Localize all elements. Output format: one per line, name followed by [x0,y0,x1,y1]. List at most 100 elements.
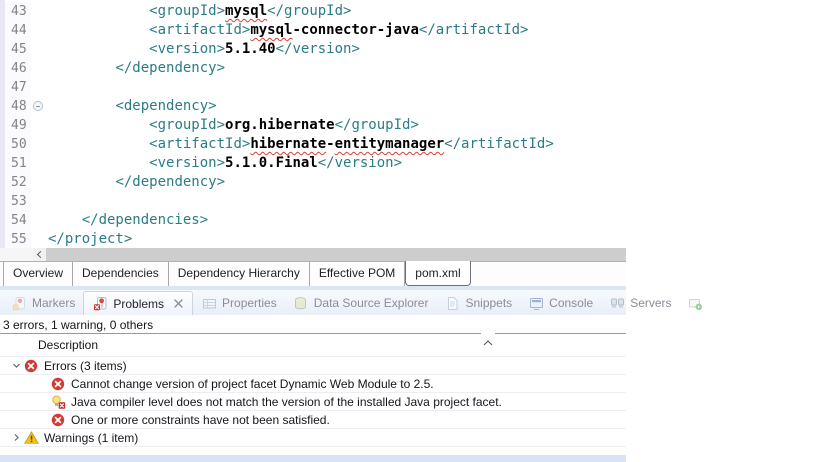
view-tab-markers[interactable]: Markers [3,291,83,315]
code-text: </dependencies> [81,212,209,228]
view-tab-console[interactable]: Console [520,291,601,315]
code-line[interactable]: 55 </project> [5,230,626,248]
code-line[interactable]: 44 <artifactId>mysql-connector-java</art… [5,21,626,40]
view-tab-label: Snippets [465,296,513,310]
code-line[interactable]: 52 </dependency> [5,173,626,192]
line-number: 45 [5,40,31,59]
quickfix-error-icon [51,395,66,409]
problem-row[interactable]: Java compiler level does not match the v… [0,393,626,411]
code-line[interactable]: 43 <groupId>mysql</groupId> [5,2,626,21]
problem-text: Errors (3 items) [44,358,127,373]
line-number: 49 [5,116,31,135]
view-icon [688,295,704,311]
code-line[interactable]: 46 </dependency> [5,59,626,78]
chevron-up-icon [481,333,495,351]
code-text: </project> [48,231,133,247]
code-text: <artifactId>mysql-connector-java</artifa… [149,22,529,38]
close-tab-button[interactable] [173,298,184,309]
folding-ruler [31,135,46,154]
editor-tab-dependency-hierarchy[interactable]: Dependency Hierarchy [169,262,310,286]
view-tab-label: Servers [630,296,672,310]
code-line[interactable]: 50 <artifactId>hibernate-entitymanager</… [5,135,626,154]
line-number: 53 [5,192,31,211]
view-tab-data-source-explorer[interactable]: Data Source Explorer [285,291,437,315]
view-tab-properties[interactable]: Properties [193,291,285,315]
warning-icon [24,431,39,444]
code-text: <artifactId>hibernate-entitymanager</art… [149,136,554,152]
problem-row[interactable]: Warnings (1 item) [0,429,626,447]
folding-ruler [31,97,46,116]
code-text: <groupId>mysql</groupId> [149,3,352,19]
code-line[interactable]: 51 <version>5.1.0.Final</version> [5,154,626,173]
problem-text: Java compiler level does not match the v… [71,394,502,409]
line-number: 48 [5,97,31,116]
chevron-left-icon [36,250,45,259]
folding-ruler [31,21,46,40]
problem-row[interactable]: One or more constraints have not been sa… [0,411,626,429]
properties-icon [201,295,217,311]
horizontal-scrollbar[interactable] [0,248,626,261]
code-line[interactable]: 48 <dependency> [5,97,626,116]
folding-ruler [31,59,46,78]
line-number: 50 [5,135,31,154]
panel-splitter[interactable] [0,333,626,351]
folding-ruler [31,211,46,230]
editor-tab-overview[interactable]: Overview [3,262,74,286]
scrollbar-thumb[interactable] [46,248,626,261]
view-tab-label: Markers [32,296,76,310]
markers-icon [11,295,27,311]
code-text: <version>5.1.0.Final</version> [149,155,403,171]
line-number: 52 [5,173,31,192]
scroll-left-button[interactable] [33,248,46,261]
line-number: 43 [5,2,31,21]
line-number: 46 [5,59,31,78]
editor-tab-effective-pom[interactable]: Effective POM [310,262,406,286]
code-line[interactable]: 47 [5,78,626,97]
annotation-ruler [0,0,5,248]
folding-ruler [31,116,46,135]
view-tab-overflow[interactable] [680,291,712,315]
code-line[interactable]: 54 </dependencies> [5,211,626,230]
code-text: <groupId>org.hibernate</groupId> [149,117,419,133]
folding-ruler [31,173,46,192]
editor-tab-dependencies[interactable]: Dependencies [73,262,169,286]
view-tab-label: Problems [113,296,165,311]
problem-text: Warnings (1 item) [44,430,139,445]
error-icon [24,359,39,373]
window-bottom-edge [0,455,626,462]
chevron-right-icon[interactable] [8,432,24,443]
folding-ruler [31,192,46,211]
chevron-down-icon[interactable] [8,360,24,371]
line-number: 54 [5,211,31,230]
problem-row[interactable]: Cannot change version of project facet D… [0,375,626,393]
view-tab-snippets[interactable]: Snippets [436,291,520,315]
code-line[interactable]: 49 <groupId>org.hibernate</groupId> [5,116,626,135]
data-source-icon [293,295,309,311]
description-column-header[interactable]: Description [0,334,626,357]
code-line[interactable]: 53 [5,192,626,211]
problem-row[interactable]: Errors (3 items) [0,357,626,375]
fold-collapse-icon[interactable] [33,101,43,111]
problems-table: Errors (3 items) Cannot change version of… [0,357,626,447]
view-tab-problems[interactable]: Problems [83,291,194,315]
code-line[interactable]: 45 <version>5.1.40</version> [5,40,626,59]
view-tab-label: Properties [222,296,277,310]
snippets-icon [444,295,460,311]
editor-tab-pom-xml[interactable]: pom.xml [405,261,471,286]
eclipse-window: 43 <groupId>mysql</groupId> 44 <artifactI… [0,0,703,462]
folding-ruler [31,230,46,248]
view-tab-servers[interactable]: Servers [601,291,679,315]
pom-xml-editor[interactable]: 43 <groupId>mysql</groupId> 44 <artifactI… [0,0,626,248]
code-text: <dependency> [115,98,217,114]
console-icon [528,295,544,311]
line-number: 55 [5,230,31,248]
view-tab-label: Data Source Explorer [313,296,429,310]
problems-summary: 3 errors, 1 warning, 0 others [3,318,154,332]
view-tab-bar: Markers Problems Properties Data Source Exp… [0,290,703,315]
folding-ruler [31,78,46,97]
line-number: 51 [5,154,31,173]
editor-bottom-tabs: Overview Dependencies Dependency Hierarchy… [0,261,626,286]
code-text: </dependency> [115,174,226,190]
